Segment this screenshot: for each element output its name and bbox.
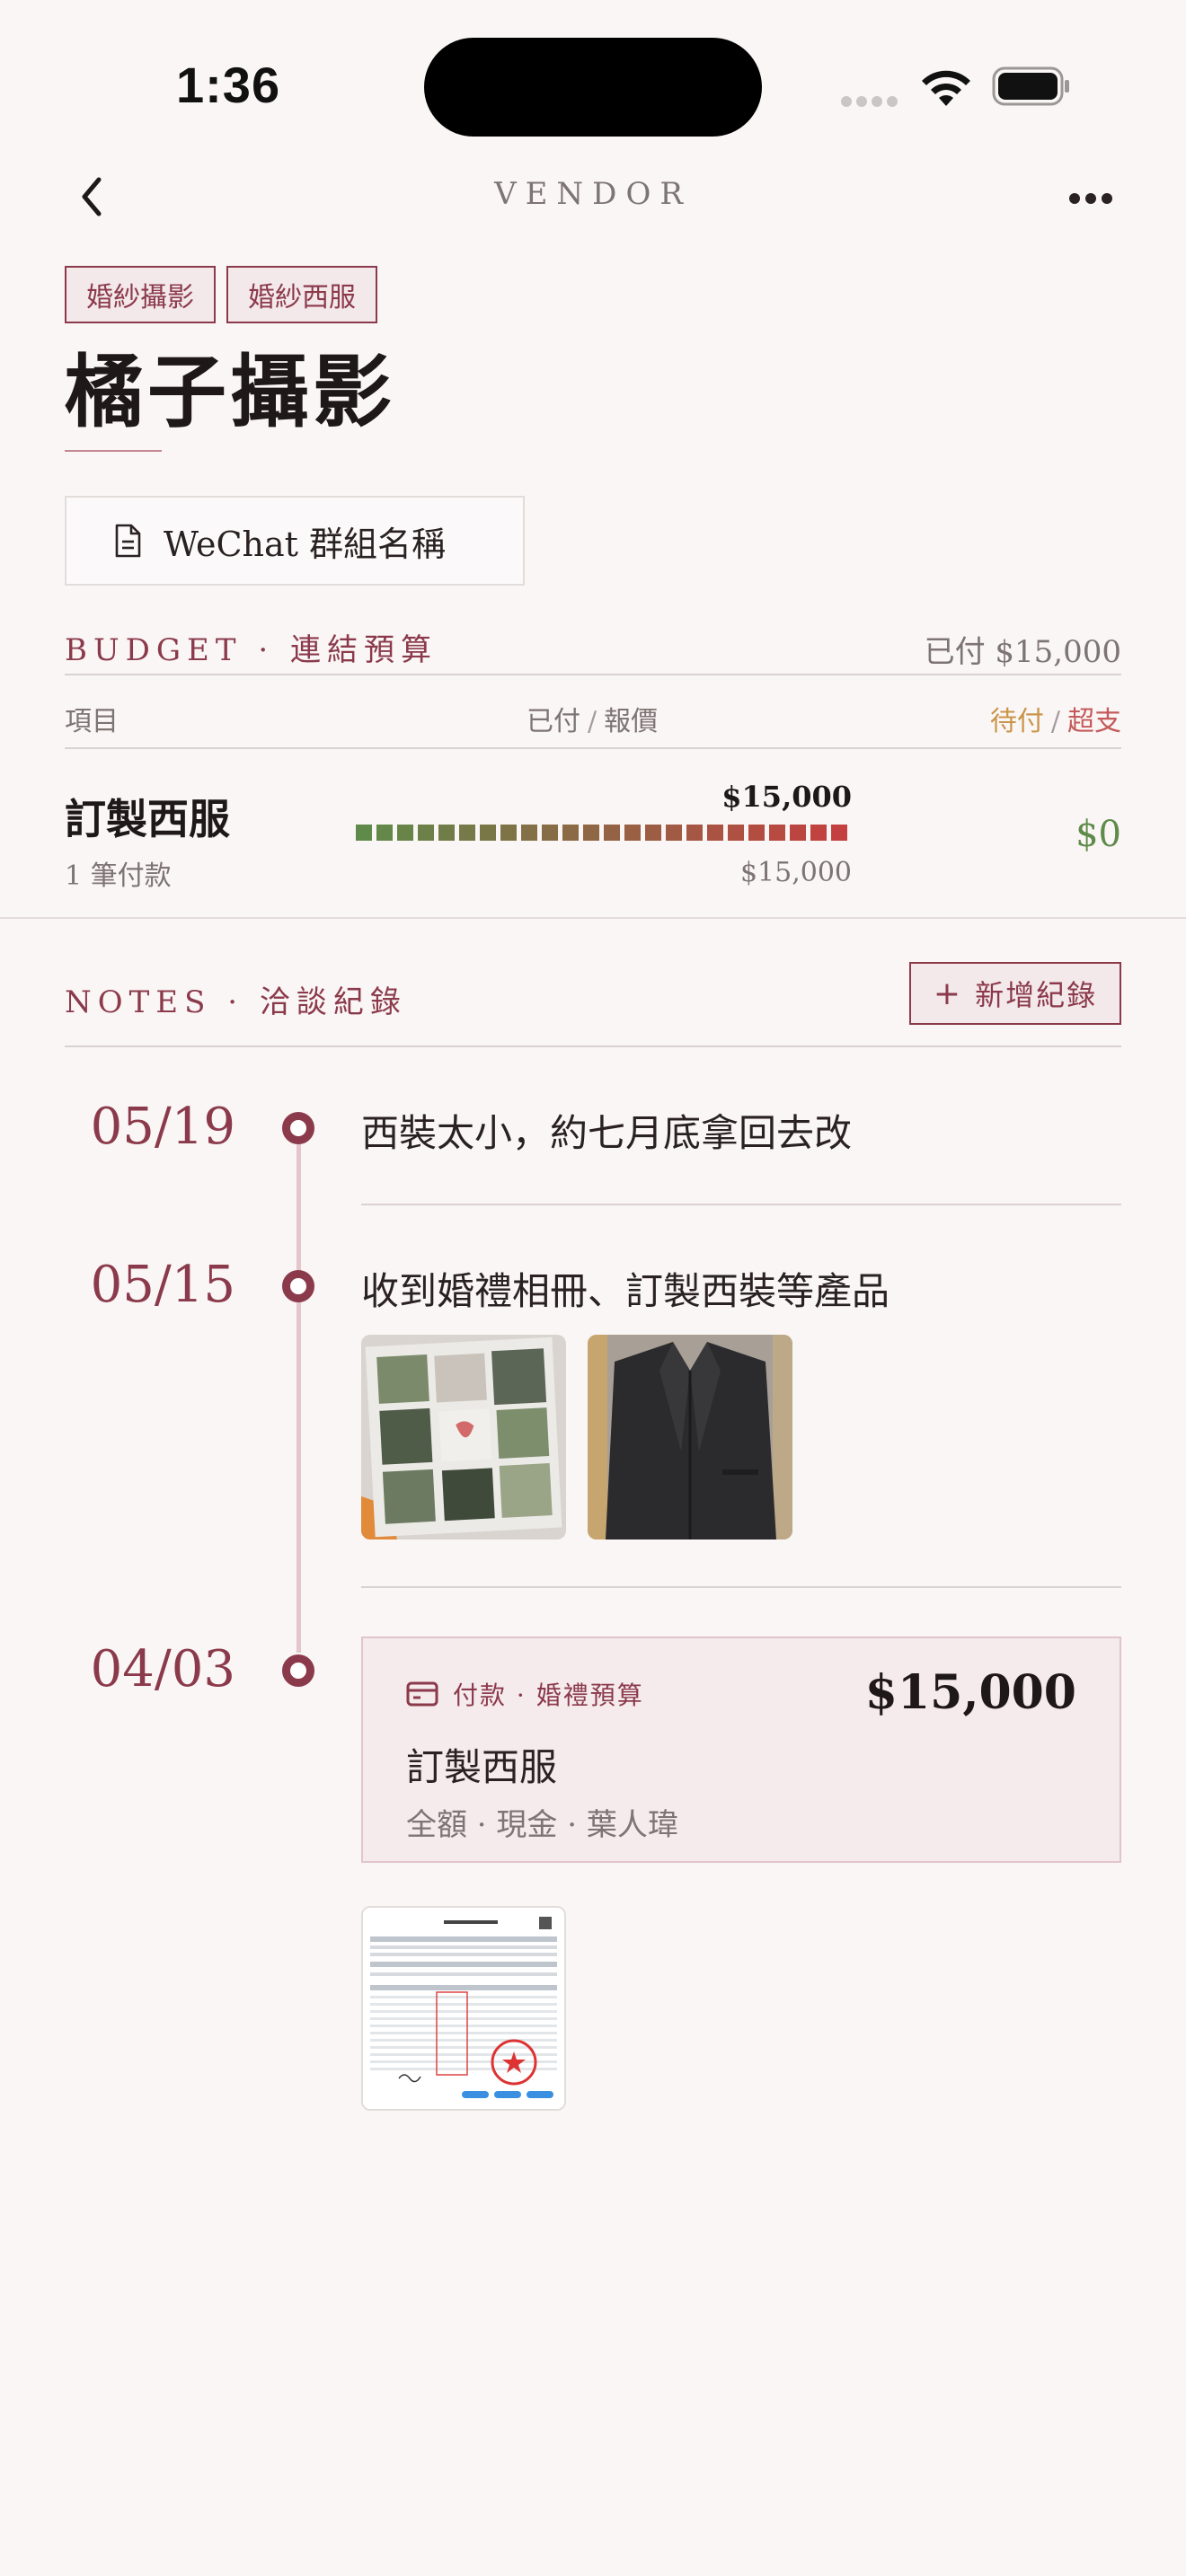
divider (65, 674, 1121, 675)
note-text[interactable]: 西裝太小，約七月底拿回去改 (361, 1103, 852, 1158)
progress-segment (397, 825, 413, 841)
progress-segment (748, 825, 765, 841)
progress-segment (356, 825, 372, 841)
progress-segment (624, 825, 641, 841)
progress-segment (645, 825, 661, 841)
note-photo-suit[interactable] (588, 1335, 792, 1539)
add-note-button[interactable]: + 新增紀錄 (909, 962, 1121, 1025)
payment-amount: $15,000 (864, 1665, 1076, 1720)
timeline-line (296, 1144, 301, 1653)
wechat-group-label: WeChat 群組名稱 (164, 524, 447, 564)
progress-segment (604, 825, 620, 841)
card-icon (406, 1681, 438, 1707)
note-photo-album[interactable] (361, 1335, 566, 1539)
section-divider (0, 917, 1186, 919)
divider (361, 1586, 1121, 1588)
add-note-label: 新增紀錄 (975, 978, 1098, 1012)
column-header-paid-quote: 已付 / 報價 (527, 706, 659, 737)
timeline-dot (282, 1270, 314, 1302)
progress-segment (438, 825, 455, 841)
wifi-icon (922, 70, 970, 106)
note-date: 04/03 (90, 1640, 235, 1698)
progress-segment (790, 825, 806, 841)
progress-segment (583, 825, 599, 841)
column-header-quote: 報價 (604, 706, 659, 737)
progress-segment (376, 825, 393, 841)
progress-segment (500, 825, 517, 841)
vendor-tags: 婚紗攝影 婚紗西服 (65, 266, 377, 323)
status-time: 1:36 (176, 57, 281, 113)
budget-item-remaining: $0 (1075, 814, 1121, 855)
column-header-over: 超支 (1067, 706, 1121, 737)
budget-item-count: 1 筆付款 (65, 860, 172, 892)
progress-segment (810, 825, 827, 841)
note-date: 05/15 (90, 1256, 235, 1314)
progress-segment (666, 825, 682, 841)
dynamic-island (424, 38, 762, 137)
note-text[interactable]: 收到婚禮相冊、訂製西裝等產品 (361, 1261, 890, 1316)
divider (65, 1045, 1121, 1047)
divider (361, 1204, 1121, 1205)
plus-icon: + (933, 975, 963, 1012)
payment-card[interactable]: 付款 · 婚禮預算 $15,000 訂製西服 全額 · 現金 · 葉人瑋 (361, 1636, 1121, 1863)
notes-section-title: NOTES · 洽談紀錄 (65, 984, 407, 1020)
more-options-icon[interactable] (1069, 190, 1118, 207)
category-tag: 婚紗西服 (226, 266, 377, 323)
payment-header: 付款 · 婚禮預算 (406, 1676, 644, 1712)
progress-segment (707, 825, 723, 841)
timeline-dot (282, 1654, 314, 1687)
budget-section-title: BUDGET · 連結預算 (65, 632, 438, 668)
page-title: VENDOR (494, 176, 692, 212)
payment-label: 付款 · 婚禮預算 (453, 1681, 644, 1710)
progress-segment (459, 825, 475, 841)
divider (65, 747, 1121, 749)
column-header-paid: 已付 (527, 706, 580, 737)
budget-item-quote: $15,000 (739, 857, 852, 888)
progress-segment (728, 825, 744, 841)
title-divider (65, 450, 162, 452)
column-header-due: 待付 (989, 706, 1044, 737)
progress-segment (831, 825, 847, 841)
timeline-dot (282, 1112, 314, 1144)
payment-item-name: 訂製西服 (406, 1745, 558, 1789)
budget-item-name[interactable]: 訂製西服 (65, 787, 230, 846)
payment-meta: 全額 · 現金 · 葉人瑋 (406, 1807, 678, 1843)
progress-segment (521, 825, 537, 841)
progress-segment (562, 825, 579, 841)
progress-segment (480, 825, 496, 841)
document-icon (115, 524, 141, 558)
budget-progress-bar (356, 825, 847, 841)
battery-icon (992, 66, 1069, 106)
progress-segment (686, 825, 703, 841)
cellular-signal-icon (841, 93, 902, 110)
budget-item-paid: $15,000 (721, 780, 852, 814)
budget-paid-summary: 已付 $15,000 (924, 634, 1121, 670)
progress-segment (542, 825, 558, 841)
column-header-item: 項目 (65, 706, 119, 737)
column-header-due-over: 待付 / 超支 (989, 706, 1121, 737)
progress-segment (418, 825, 434, 841)
vendor-name: 橘子攝影 (65, 345, 396, 438)
category-tag: 婚紗攝影 (65, 266, 216, 323)
wechat-group-button[interactable]: WeChat 群組名稱 (65, 496, 525, 586)
progress-segment (769, 825, 785, 841)
receipt-thumbnail[interactable] (361, 1906, 566, 2111)
note-date: 05/19 (90, 1098, 235, 1156)
